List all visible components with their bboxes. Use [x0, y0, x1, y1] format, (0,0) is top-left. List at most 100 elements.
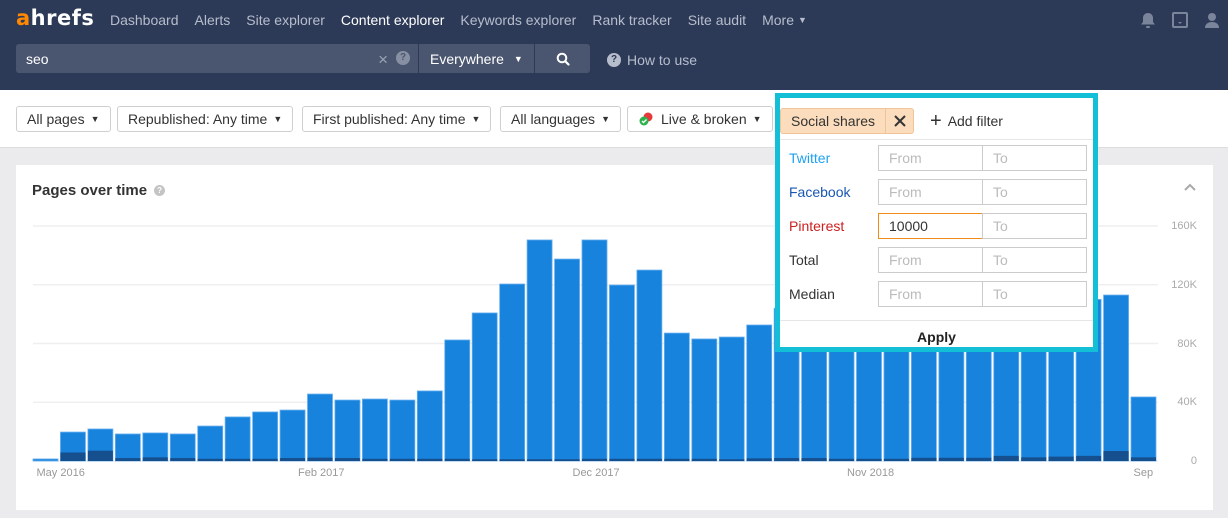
bar-subset-25[interactable]	[719, 459, 745, 461]
bar-total-10[interactable]	[307, 393, 333, 462]
bar-total-13[interactable]	[389, 399, 416, 462]
nav-content-explorer[interactable]: Content explorer	[341, 12, 445, 28]
bar-total-22[interactable]	[636, 269, 663, 462]
bar-subset-27[interactable]	[774, 458, 800, 461]
bar-subset-30[interactable]	[856, 458, 882, 461]
bar-subset-12[interactable]	[362, 458, 388, 461]
nav-alerts[interactable]: Alerts	[195, 12, 231, 28]
bar-subset-8[interactable]	[252, 458, 278, 461]
bar-total-24[interactable]	[691, 338, 718, 462]
bar-subset-20[interactable]	[582, 458, 607, 461]
nav-site-explorer[interactable]: Site explorer	[246, 12, 325, 28]
bar-total-5[interactable]	[169, 433, 196, 462]
bar-subset-18[interactable]	[527, 459, 553, 461]
bar-total-7[interactable]	[224, 416, 251, 462]
bar-subset-35[interactable]	[993, 455, 1019, 461]
user-icon[interactable]	[1196, 10, 1228, 30]
bar-subset-10[interactable]	[307, 457, 333, 461]
search-scope-dropdown[interactable]: Everywhere ▼	[419, 44, 534, 73]
twitter-from-input[interactable]	[878, 145, 983, 171]
bar-subset-3[interactable]	[115, 458, 141, 461]
bar-subset-26[interactable]	[746, 458, 772, 461]
filter-republished[interactable]: Republished: Any time ▼	[117, 106, 294, 132]
bar-subset-24[interactable]	[691, 458, 717, 461]
total-from-input[interactable]	[878, 247, 983, 273]
bar-subset-38[interactable]	[1076, 455, 1102, 461]
nav-site-audit[interactable]: Site audit	[688, 12, 746, 28]
facebook-from-input[interactable]	[878, 179, 983, 205]
bar-total-4[interactable]	[142, 432, 169, 462]
bar-total-18[interactable]	[526, 239, 553, 462]
twitter-to-input[interactable]	[982, 145, 1087, 171]
bar-subset-11[interactable]	[334, 458, 360, 461]
nav-rank-tracker[interactable]: Rank tracker	[592, 12, 671, 28]
bar-subset-40[interactable]	[1131, 457, 1156, 461]
facebook-to-input[interactable]	[982, 179, 1087, 205]
bar-subset-17[interactable]	[499, 459, 525, 461]
bar-subset-23[interactable]	[664, 458, 690, 461]
bar-subset-22[interactable]	[636, 458, 662, 461]
bar-subset-39[interactable]	[1103, 451, 1129, 461]
nav-keywords-explorer[interactable]: Keywords explorer	[460, 12, 576, 28]
bar-subset-36[interactable]	[1021, 457, 1047, 461]
bar-subset-4[interactable]	[142, 457, 168, 461]
bar-total-6[interactable]	[197, 425, 224, 462]
bar-total-3[interactable]	[114, 433, 141, 462]
bar-subset-34[interactable]	[966, 457, 992, 461]
bar-subset-2[interactable]	[87, 450, 113, 461]
bar-subset-29[interactable]	[829, 458, 855, 461]
search-input[interactable]: seo × ?	[16, 44, 418, 73]
bell-icon[interactable]	[1132, 10, 1164, 30]
bar-subset-5[interactable]	[170, 458, 196, 461]
bar-subset-31[interactable]	[883, 458, 909, 461]
pinterest-to-input[interactable]	[982, 213, 1087, 239]
bar-total-17[interactable]	[499, 283, 526, 462]
total-to-input[interactable]	[982, 247, 1087, 273]
bar-subset-32[interactable]	[911, 457, 937, 461]
bar-subset-1[interactable]	[60, 452, 86, 461]
bar-subset-7[interactable]	[225, 458, 251, 461]
bar-total-19[interactable]	[554, 258, 580, 462]
bar-subset-33[interactable]	[938, 457, 964, 461]
bar-total-16[interactable]	[471, 312, 498, 462]
bar-total-39[interactable]	[1103, 294, 1129, 462]
apply-button[interactable]: Apply	[780, 321, 1093, 345]
bar-total-26[interactable]	[746, 324, 773, 462]
search-button[interactable]	[535, 44, 590, 73]
bar-total-14[interactable]	[416, 390, 443, 462]
how-to-use-link[interactable]: ? How to use	[607, 52, 697, 68]
social-shares-chip[interactable]: Social shares	[780, 108, 915, 134]
bar-total-9[interactable]	[279, 409, 306, 462]
bar-subset-15[interactable]	[444, 458, 470, 461]
clear-icon[interactable]: ×	[378, 50, 388, 70]
help-icon[interactable]: ?	[396, 51, 410, 65]
median-from-input[interactable]	[878, 281, 983, 307]
bar-subset-13[interactable]	[389, 458, 415, 461]
bar-subset-19[interactable]	[554, 459, 580, 461]
bar-total-40[interactable]	[1130, 396, 1157, 462]
bar-total-0[interactable]	[32, 458, 59, 462]
ahrefs-logo[interactable]: ahrefs	[16, 6, 94, 30]
bar-total-11[interactable]	[334, 399, 361, 462]
bar-subset-16[interactable]	[472, 459, 498, 461]
filter-languages[interactable]: All languages ▼	[500, 106, 621, 132]
bar-total-8[interactable]	[252, 411, 279, 462]
bar-total-21[interactable]	[609, 284, 635, 462]
filter-live-broken[interactable]: Live & broken ▼	[627, 106, 773, 132]
bar-subset-6[interactable]	[197, 458, 223, 461]
bar-total-15[interactable]	[444, 339, 471, 462]
inbox-icon[interactable]	[1164, 10, 1196, 30]
bar-subset-14[interactable]	[417, 458, 443, 461]
bar-subset-9[interactable]	[280, 458, 306, 461]
bar-total-20[interactable]	[581, 239, 608, 462]
add-filter-button[interactable]: + Add filter	[930, 111, 1003, 131]
close-icon[interactable]	[885, 109, 913, 133]
bar-subset-37[interactable]	[1048, 456, 1074, 461]
nav-dashboard[interactable]: Dashboard	[110, 12, 179, 28]
nav-more[interactable]: More ▼	[762, 12, 807, 28]
bar-subset-28[interactable]	[801, 458, 827, 461]
bar-total-12[interactable]	[361, 398, 388, 462]
bar-total-23[interactable]	[663, 332, 690, 462]
bar-subset-21[interactable]	[609, 458, 635, 461]
filter-all-pages[interactable]: All pages ▼	[16, 106, 111, 132]
